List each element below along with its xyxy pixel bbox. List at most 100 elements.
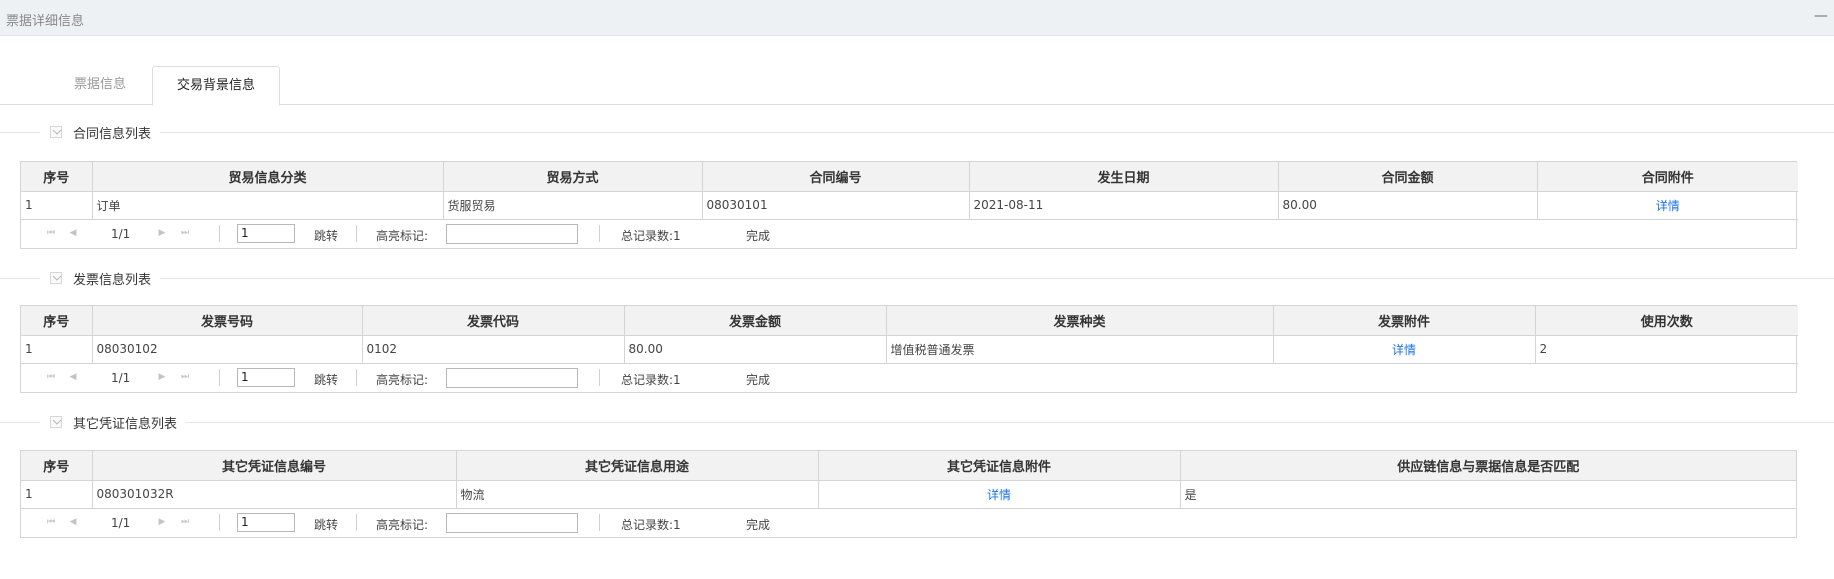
divider: [219, 368, 220, 386]
divider: [356, 368, 357, 386]
column-header[interactable]: 发票号码: [92, 306, 363, 336]
pagination-bar: ⏮ ◀ 1/1 ▶ ⏭ 跳转 高亮标记: 总记录数:1 完成: [21, 220, 1796, 248]
prev-page-icon[interactable]: ◀: [67, 371, 79, 383]
contract-section-header: 合同信息列表: [0, 122, 1834, 142]
table-cell: 1: [21, 335, 93, 364]
jump-button[interactable]: 跳转: [314, 227, 338, 244]
table-cell: 2021-08-11: [969, 191, 1279, 220]
total-records: 总记录数:1: [621, 228, 681, 243]
last-page-icon[interactable]: ⏭: [179, 371, 191, 383]
table-cell: 1: [21, 480, 93, 509]
pagination-bar: ⏮ ◀ 1/1 ▶ ⏭ 跳转 高亮标记: 总记录数:1 完成: [21, 509, 1796, 537]
table-header-row: 序号 其它凭证信息编号 其它凭证信息用途 其它凭证信息附件 供应链信息与票据信息…: [21, 451, 1796, 481]
page-info: 1/1: [111, 515, 131, 530]
page-number-input[interactable]: [237, 512, 295, 532]
divider: [0, 422, 40, 423]
page-number-input[interactable]: [237, 367, 295, 387]
invoice-section-title: 发票信息列表: [73, 269, 160, 288]
table-cell: 是: [1180, 480, 1796, 509]
table-header-row: 序号 发票号码 发票代码 发票金额 发票种类 发票附件 使用次数: [21, 306, 1798, 336]
column-header[interactable]: 序号: [21, 162, 93, 192]
tab-trade-background[interactable]: 交易背景信息: [152, 66, 280, 106]
table-row[interactable]: 1 订单 货服贸易 08030101 2021-08-11 80.00 详情: [21, 191, 1798, 220]
highlight-input[interactable]: [446, 223, 578, 244]
divider: [356, 224, 357, 242]
done-button[interactable]: 完成: [746, 227, 770, 244]
prev-page-icon[interactable]: ◀: [67, 227, 79, 239]
column-header[interactable]: 发票代码: [362, 306, 625, 336]
other-voucher-section-header: 其它凭证信息列表: [0, 412, 1834, 432]
collapse-toggle-icon[interactable]: [50, 416, 62, 428]
column-header[interactable]: 贸易方式: [443, 162, 703, 192]
page-number-input[interactable]: [237, 223, 295, 243]
contract-section-title: 合同信息列表: [73, 123, 160, 142]
pagination-bar: ⏮ ◀ 1/1 ▶ ⏭ 跳转 高亮标记: 总记录数:1 完成: [21, 364, 1796, 392]
minimize-icon[interactable]: —: [1814, 8, 1828, 24]
other-voucher-grid: 序号 其它凭证信息编号 其它凭证信息用途 其它凭证信息附件 供应链信息与票据信息…: [20, 450, 1797, 538]
column-header[interactable]: 供应链信息与票据信息是否匹配: [1180, 451, 1796, 481]
collapse-toggle-icon[interactable]: [50, 272, 62, 284]
table-cell: 增值税普通发票: [886, 335, 1274, 364]
table-cell: 08030101: [702, 191, 970, 220]
total-records: 总记录数:1: [621, 517, 681, 532]
table-cell: 0102: [362, 335, 625, 364]
column-header[interactable]: 发票种类: [886, 306, 1274, 336]
window-title: 票据详细信息: [6, 14, 85, 29]
column-header[interactable]: 发票附件: [1273, 306, 1536, 336]
table-row[interactable]: 1 080301032R 物流 详情 是: [21, 480, 1796, 509]
next-page-icon[interactable]: ▶: [156, 371, 168, 383]
detail-link[interactable]: 详情: [818, 480, 1181, 509]
divider: [219, 513, 220, 531]
column-header[interactable]: 其它凭证信息用途: [456, 451, 819, 481]
next-page-icon[interactable]: ▶: [156, 516, 168, 528]
column-header[interactable]: 使用次数: [1535, 306, 1798, 336]
column-header[interactable]: 合同编号: [702, 162, 970, 192]
table-cell: 订单: [92, 191, 444, 220]
jump-button[interactable]: 跳转: [314, 371, 338, 388]
highlight-input[interactable]: [446, 367, 578, 388]
column-header[interactable]: 合同附件: [1537, 162, 1798, 192]
column-header[interactable]: 发票金额: [624, 306, 887, 336]
divider: [599, 513, 600, 531]
total-records: 总记录数:1: [621, 372, 681, 387]
first-page-icon[interactable]: ⏮: [45, 227, 57, 239]
table-cell: 货服贸易: [443, 191, 703, 220]
last-page-icon[interactable]: ⏭: [179, 516, 191, 528]
table-cell: 物流: [456, 480, 819, 509]
detail-link[interactable]: 详情: [1273, 335, 1536, 364]
divider: [599, 224, 600, 242]
other-voucher-section-title: 其它凭证信息列表: [73, 413, 186, 432]
column-header[interactable]: 序号: [21, 306, 93, 336]
detail-link[interactable]: 详情: [1537, 191, 1798, 220]
divider: [0, 132, 40, 133]
divider: [185, 422, 1834, 423]
divider: [219, 224, 220, 242]
page-info: 1/1: [111, 226, 131, 241]
table-row[interactable]: 1 08030102 0102 80.00 增值税普通发票 详情 2: [21, 335, 1798, 364]
column-header[interactable]: 贸易信息分类: [92, 162, 444, 192]
done-button[interactable]: 完成: [746, 371, 770, 388]
prev-page-icon[interactable]: ◀: [67, 516, 79, 528]
column-header[interactable]: 其它凭证信息附件: [818, 451, 1181, 481]
tab-bill-info[interactable]: 票据信息: [60, 66, 140, 105]
highlight-input[interactable]: [446, 512, 578, 533]
page-info: 1/1: [111, 370, 131, 385]
next-page-icon[interactable]: ▶: [156, 227, 168, 239]
table-cell: 08030102: [92, 335, 363, 364]
column-header[interactable]: 合同金额: [1278, 162, 1538, 192]
jump-button[interactable]: 跳转: [314, 516, 338, 533]
divider: [160, 278, 1834, 279]
table-cell: 080301032R: [92, 480, 457, 509]
table-cell: 80.00: [1278, 191, 1538, 220]
column-header[interactable]: 发生日期: [969, 162, 1279, 192]
first-page-icon[interactable]: ⏮: [45, 516, 57, 528]
last-page-icon[interactable]: ⏭: [179, 227, 191, 239]
contract-grid: 序号 贸易信息分类 贸易方式 合同编号 发生日期 合同金额 合同附件 1 订单 …: [20, 161, 1798, 249]
table-cell: 2: [1535, 335, 1798, 364]
column-header[interactable]: 序号: [21, 451, 93, 481]
table-cell: 80.00: [624, 335, 887, 364]
collapse-toggle-icon[interactable]: [50, 126, 62, 138]
done-button[interactable]: 完成: [746, 516, 770, 533]
column-header[interactable]: 其它凭证信息编号: [92, 451, 457, 481]
first-page-icon[interactable]: ⏮: [45, 371, 57, 383]
